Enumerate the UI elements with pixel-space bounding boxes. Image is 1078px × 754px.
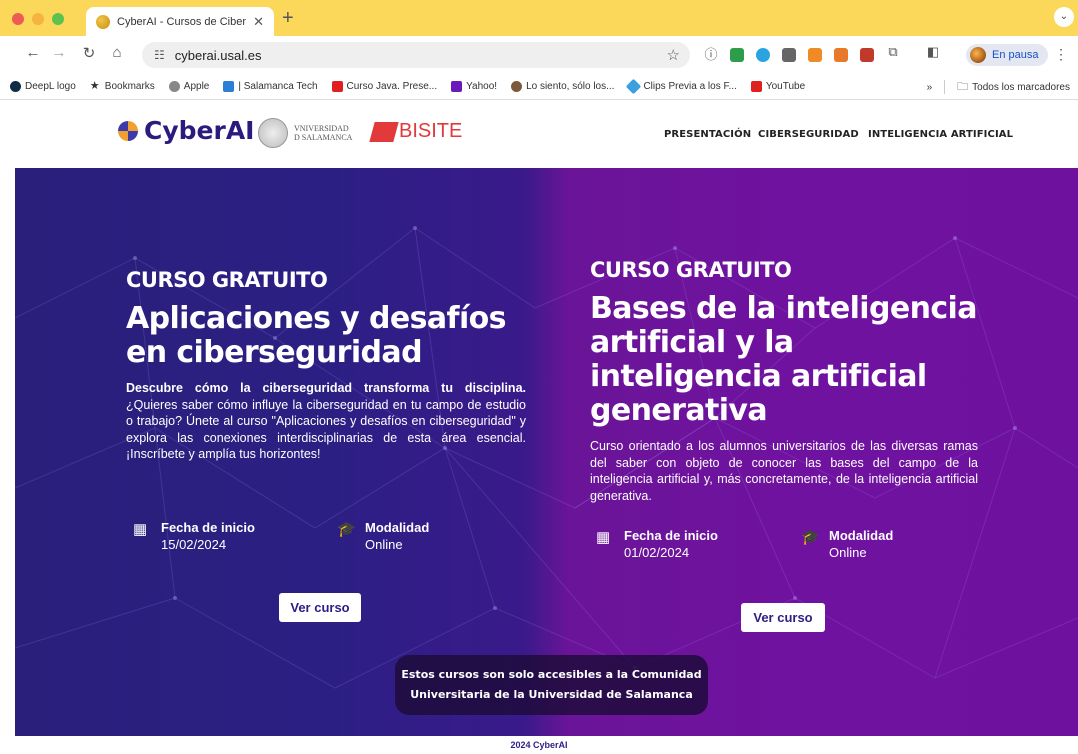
course-description: Descubre cómo la ciberseguridad transfor… [126,381,526,461]
extension-metamask-icon[interactable] [808,48,822,62]
reload-icon[interactable]: ↻ [78,44,100,62]
divider [944,80,946,94]
nav-ciberseguridad[interactable]: CIBERSEGURIDAD [758,129,859,140]
extension-reader-icon[interactable] [782,48,796,62]
browser-toolbar: ← → ↻ ⌂ ☷ cyberai.usal.es ☆ ⓘ ⧉ ◧ En pau… [0,36,1078,74]
star-icon: ★ [89,80,100,92]
site-header: CyberAI VNIVERSIDAD D SALAMANCA BISITE PR… [0,100,1078,168]
bookmark-item[interactable]: Apple [168,81,209,92]
bookmark-item[interactable]: Curso Java. Prese... [331,81,437,92]
bookmark-item[interactable]: YouTube [750,81,805,92]
bookmark-favicon-icon [223,81,235,92]
course-card-inteligencia-artificial: CURSO GRATUITO Bases de la inteligencia … [590,258,978,504]
bookmarks-bar: DeepL logo ★ Bookmarks Apple | Salamanca … [0,74,1078,100]
bookmark-item[interactable]: Clips Previa a los F... [626,78,737,95]
bisite-name: BISITE [399,120,463,142]
nav-inteligencia-artificial[interactable]: INTELIGENCIA ARTIFICIAL [868,129,1013,140]
hero-section: CURSO GRATUITO Aplicaciones y desafíos e… [15,168,1078,736]
bookmarks-overflow-button[interactable]: » [927,82,933,93]
brand-name: CyberAI [144,116,255,145]
yahoo-icon [451,81,463,92]
ver-curso-ciberseguridad-button[interactable]: Ver curso [279,593,361,622]
bookmark-favicon-icon [626,78,642,95]
all-bookmarks-button[interactable]: 🗀 Todos los marcadores [957,78,1070,97]
course-start-date: ▦ Fecha de inicio 15/02/2024 [133,520,255,552]
tab-favicon-icon [96,14,110,29]
browser-tab-bar: CyberAI - Cursos de Ciberse ✕ + ⌄ [0,0,1078,36]
bisite-logo[interactable]: BISITE [369,120,463,143]
course-title: Bases de la inteligencia artificial y la… [590,291,977,428]
tab-title: CyberAI - Cursos de Ciberse [117,15,247,28]
url-text: cyberai.usal.es [174,47,262,63]
extension-orange-icon[interactable] [834,48,848,62]
profile-button[interactable]: En pausa [966,44,1049,66]
calendar-icon: ▦ [596,529,611,546]
new-tab-button[interactable]: + [282,7,294,30]
course-card-ciberseguridad: CURSO GRATUITO Aplicaciones y desafíos e… [126,268,526,463]
extension-red-icon[interactable] [860,48,874,62]
back-arrow-icon[interactable]: ← [22,44,44,61]
extension-circle-icon[interactable] [756,48,770,62]
extension-info-icon[interactable]: ⓘ [700,44,722,63]
bookmark-favicon-icon [10,81,21,92]
course-mode: 🎓 Modalidad Online [337,520,430,552]
minimize-window-button[interactable] [32,13,44,25]
youtube-icon [331,81,343,92]
ver-curso-ia-button[interactable]: Ver curso [741,603,825,632]
apple-icon [168,81,180,92]
extensions-puzzle-icon[interactable]: ⧉ [882,44,904,60]
bisite-mark-icon [369,121,399,142]
site-settings-icon[interactable]: ☷ [154,48,165,62]
access-notice: Estos cursos son solo accesibles a la Co… [395,655,708,715]
bookmark-star-icon[interactable]: ☆ [667,46,680,64]
youtube-icon [750,81,762,92]
folder-icon: 🗀 [957,80,969,93]
university-logo[interactable]: VNIVERSIDAD D SALAMANCA [258,118,352,148]
bookmark-item[interactable]: Lo siento, sólo los... [511,81,614,92]
bookmark-item[interactable]: ★ Bookmarks [89,80,155,93]
forward-arrow-icon[interactable]: → [48,44,70,61]
course-mode: 🎓 Modalidad Online [801,528,894,560]
close-window-button[interactable] [12,13,24,25]
bookmark-item[interactable]: DeepL logo [10,81,76,92]
browser-menu-icon[interactable]: ⋮ [1054,46,1068,63]
cyberai-logo[interactable]: CyberAI [118,116,254,145]
close-tab-icon[interactable]: ✕ [253,14,264,30]
bookmark-item[interactable]: | Salamanca Tech [223,81,318,92]
course-description: Curso orientado a los alumnos universita… [590,439,978,503]
profile-status: En pausa [992,49,1039,61]
nav-presentacion[interactable]: PRESENTACIÓN [664,129,751,140]
course-kicker: CURSO GRATUITO [590,258,792,282]
bookmark-item[interactable]: Yahoo! [451,81,497,92]
course-start-date: ▦ Fecha de inicio 01/02/2024 [596,528,718,560]
side-panel-icon[interactable]: ◧ [922,44,944,60]
browser-tab-active[interactable]: CyberAI - Cursos de Ciberse ✕ [86,7,274,36]
course-title: Aplicaciones y desafíos en cibersegurida… [126,301,507,370]
home-icon[interactable]: ⌂ [106,44,128,61]
graduation-cap-icon: 🎓 [801,529,820,546]
avatar [970,47,986,63]
bookmark-favicon-icon [511,81,523,92]
address-bar[interactable]: ☷ cyberai.usal.es ☆ [142,42,690,68]
cyberai-logo-icon [118,120,138,141]
calendar-icon: ▦ [133,521,148,538]
tab-search-button[interactable]: ⌄ [1054,7,1074,27]
graduation-cap-icon: 🎓 [337,521,356,538]
site-footer: 2024 CyberAI [0,736,1078,754]
extension-leaf-icon[interactable] [730,48,744,62]
maximize-window-button[interactable] [52,13,64,25]
course-kicker: CURSO GRATUITO [126,268,328,292]
university-seal-icon [258,118,288,148]
